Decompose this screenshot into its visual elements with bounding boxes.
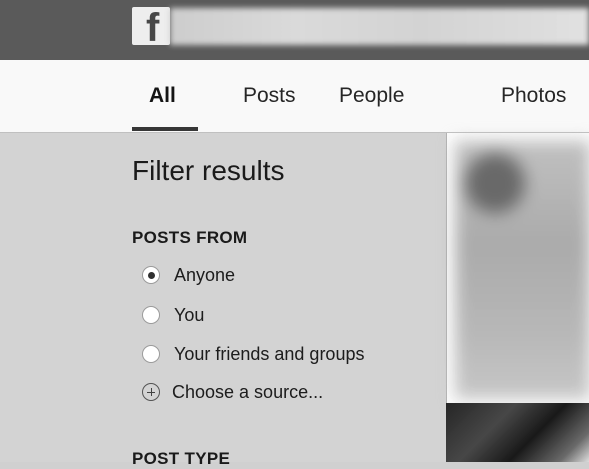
tab-posts[interactable]: Posts <box>243 84 296 108</box>
tab-all[interactable]: All <box>149 84 176 108</box>
radio-icon[interactable] <box>142 345 160 363</box>
filter-title: Filter results <box>132 155 285 186</box>
tab-photos[interactable]: Photos <box>501 84 566 108</box>
option-you[interactable]: You <box>142 304 204 326</box>
posts-from-heading: POSTS FROM <box>132 228 248 247</box>
active-tab-indicator <box>132 127 198 131</box>
choose-source-label: Choose a source... <box>172 381 324 402</box>
option-label: Your friends and groups <box>174 343 365 364</box>
option-label: You <box>174 304 205 325</box>
blurred-result-content <box>455 141 589 399</box>
option-label: Anyone <box>174 264 236 285</box>
option-friends-and-groups[interactable]: Your friends and groups <box>142 343 364 365</box>
post-type-heading: POST TYPE <box>132 449 231 468</box>
choose-source-link[interactable]: Choose a source... <box>142 381 323 403</box>
radio-checked-icon[interactable] <box>142 266 160 284</box>
plus-circle-icon <box>142 383 160 401</box>
search-tabs: All Posts People Photos <box>0 60 589 133</box>
facebook-logo-icon[interactable]: f <box>132 7 170 45</box>
result-image[interactable] <box>446 403 589 462</box>
result-card[interactable] <box>446 133 589 403</box>
radio-icon[interactable] <box>142 306 160 324</box>
option-anyone[interactable]: Anyone <box>142 264 235 286</box>
logo-letter: f <box>146 7 160 45</box>
tab-people[interactable]: People <box>339 84 404 108</box>
search-input[interactable] <box>170 8 589 45</box>
filter-panel: Filter results POSTS FROM Anyone You You… <box>0 133 446 468</box>
top-navigation-bar: f <box>0 0 589 60</box>
